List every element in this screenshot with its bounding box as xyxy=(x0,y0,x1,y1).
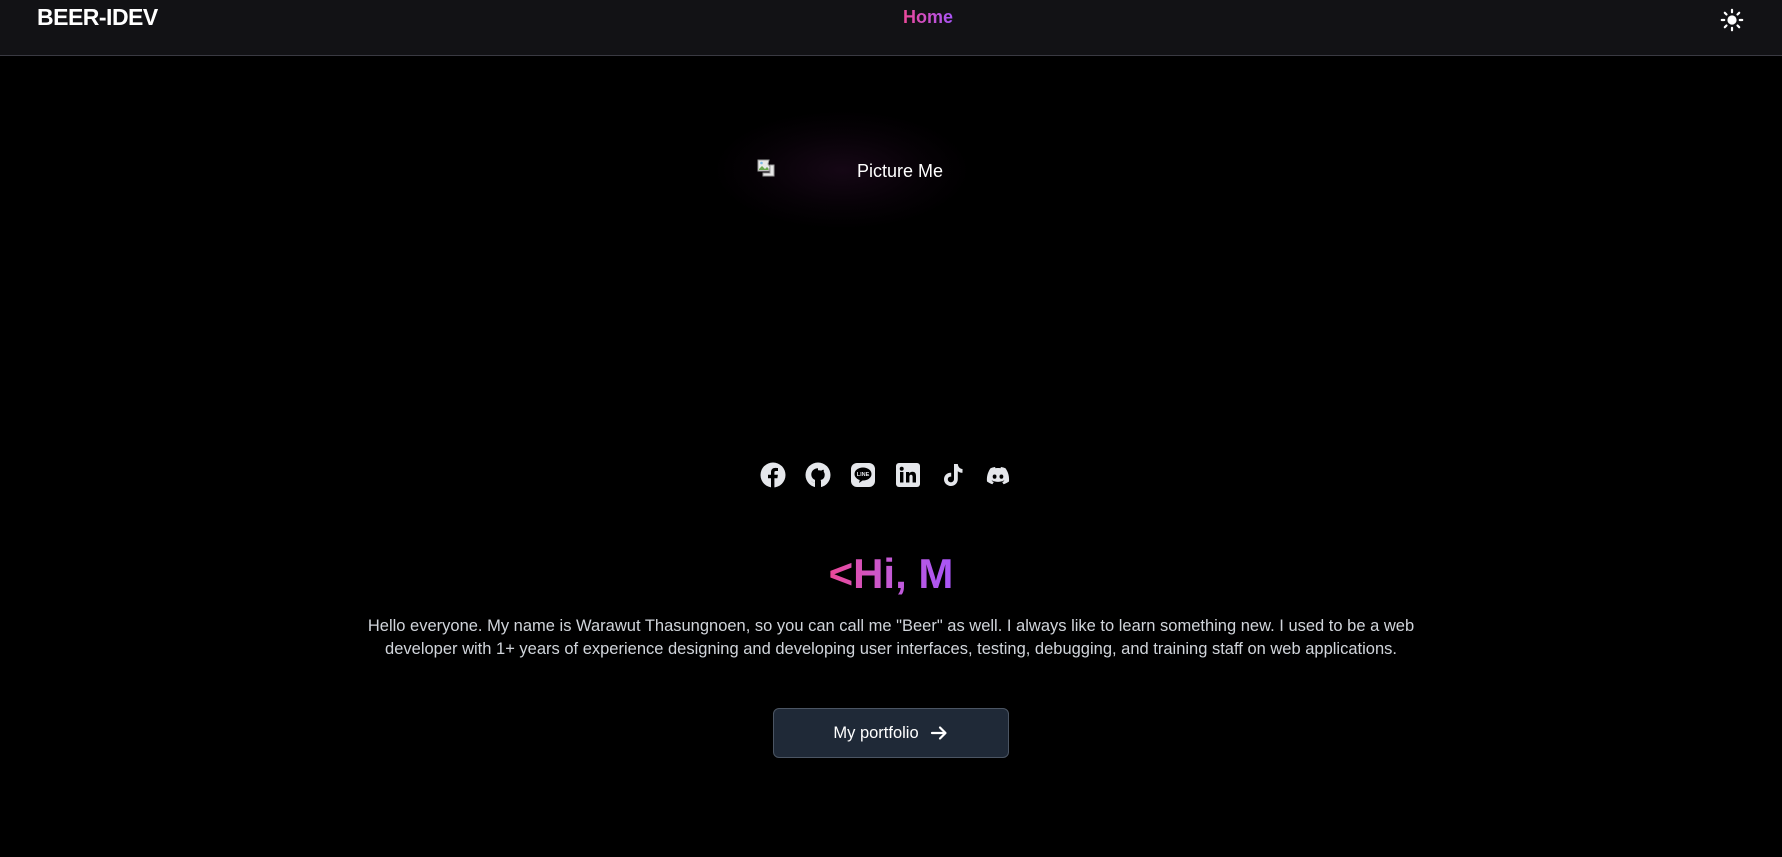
theme-toggle-button[interactable] xyxy=(1720,8,1744,32)
arrow-right-icon xyxy=(930,726,947,740)
top-navbar: BEER-IDEV Home xyxy=(0,0,1782,56)
discord-link[interactable] xyxy=(985,462,1011,488)
hero-greeting: <Hi, M xyxy=(0,548,1782,600)
linkedin-link[interactable] xyxy=(895,462,921,488)
sun-icon xyxy=(1720,8,1744,32)
intro-paragraph: Hello everyone. My name is Warawut Thasu… xyxy=(367,617,1415,658)
linkedin-icon xyxy=(896,463,920,487)
my-portfolio-label: My portfolio xyxy=(833,723,919,742)
facebook-link[interactable] xyxy=(760,462,786,488)
line-link[interactable]: LINE xyxy=(850,462,876,488)
brand-logo[interactable]: BEER-IDEV xyxy=(37,4,158,31)
profile-image-alt-text: Picture Me xyxy=(857,161,944,181)
my-portfolio-button[interactable]: My portfolio xyxy=(773,708,1009,758)
line-icon: LINE xyxy=(851,463,875,487)
nav-home-link[interactable]: Home xyxy=(903,7,953,28)
svg-text:LINE: LINE xyxy=(857,472,870,478)
tiktok-link[interactable] xyxy=(940,462,966,488)
profile-picture: Picture Me xyxy=(712,110,972,230)
social-links: LINE xyxy=(760,462,1011,492)
broken-image-icon xyxy=(757,159,775,177)
tiktok-icon xyxy=(944,464,963,486)
facebook-icon xyxy=(760,462,786,488)
discord-icon xyxy=(986,467,1010,485)
github-link[interactable] xyxy=(805,462,831,488)
greeting-text: <Hi, M xyxy=(828,550,954,597)
github-icon xyxy=(805,462,831,488)
